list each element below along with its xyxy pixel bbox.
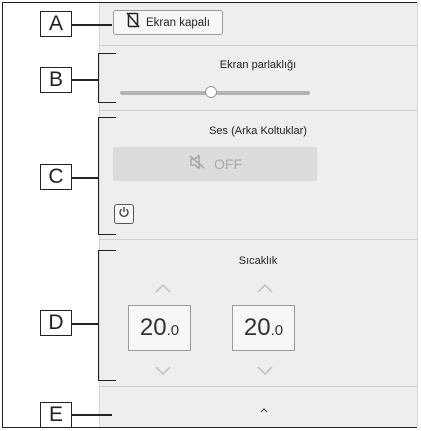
callout-a: A <box>40 11 72 37</box>
separator <box>100 386 417 387</box>
screen-off-button[interactable]: Ekran kapalı <box>113 10 223 35</box>
callout-b: B <box>40 67 72 93</box>
callout-c: C <box>40 164 72 190</box>
right-temperature-display: 20.0 <box>232 305 295 351</box>
left-temperature-display: 20.0 <box>128 305 191 351</box>
screen-off-icon <box>126 12 140 33</box>
left-temp-integer: 20 <box>139 314 167 341</box>
screen-off-label: Ekran kapalı <box>146 16 210 29</box>
temperature-title: Sıcaklık <box>238 255 278 267</box>
right-temp-up-chevron-icon[interactable] <box>257 283 273 293</box>
speaker-muted-icon <box>188 154 206 175</box>
callout-b-leader <box>72 79 98 81</box>
audio-power-button[interactable] <box>114 204 134 224</box>
callout-d-bracket <box>98 250 116 381</box>
right-temp-decimal: .0 <box>270 322 284 339</box>
audio-title: Ses (Arka Koltuklar) <box>209 125 307 137</box>
power-icon <box>118 205 130 223</box>
chevron-up-icon[interactable] <box>258 406 270 414</box>
left-temp-up-chevron-icon[interactable] <box>155 283 171 293</box>
brightness-title: Ekran parlaklığı <box>219 59 297 71</box>
callout-e-leader <box>72 414 112 416</box>
left-temp-decimal: .0 <box>166 322 180 339</box>
callout-e: E <box>40 402 72 428</box>
separator <box>100 239 417 240</box>
audio-off-label: OFF <box>214 156 242 172</box>
audio-off-button[interactable]: OFF <box>113 147 317 181</box>
right-temp-down-chevron-icon[interactable] <box>257 366 273 376</box>
callout-d-leader <box>72 323 98 325</box>
callout-a-leader <box>72 24 112 26</box>
separator <box>100 45 417 46</box>
callout-c-leader <box>72 177 98 179</box>
left-temp-down-chevron-icon[interactable] <box>155 366 171 376</box>
separator <box>100 110 417 111</box>
right-temp-integer: 20 <box>243 314 271 341</box>
callout-d: D <box>40 310 72 336</box>
